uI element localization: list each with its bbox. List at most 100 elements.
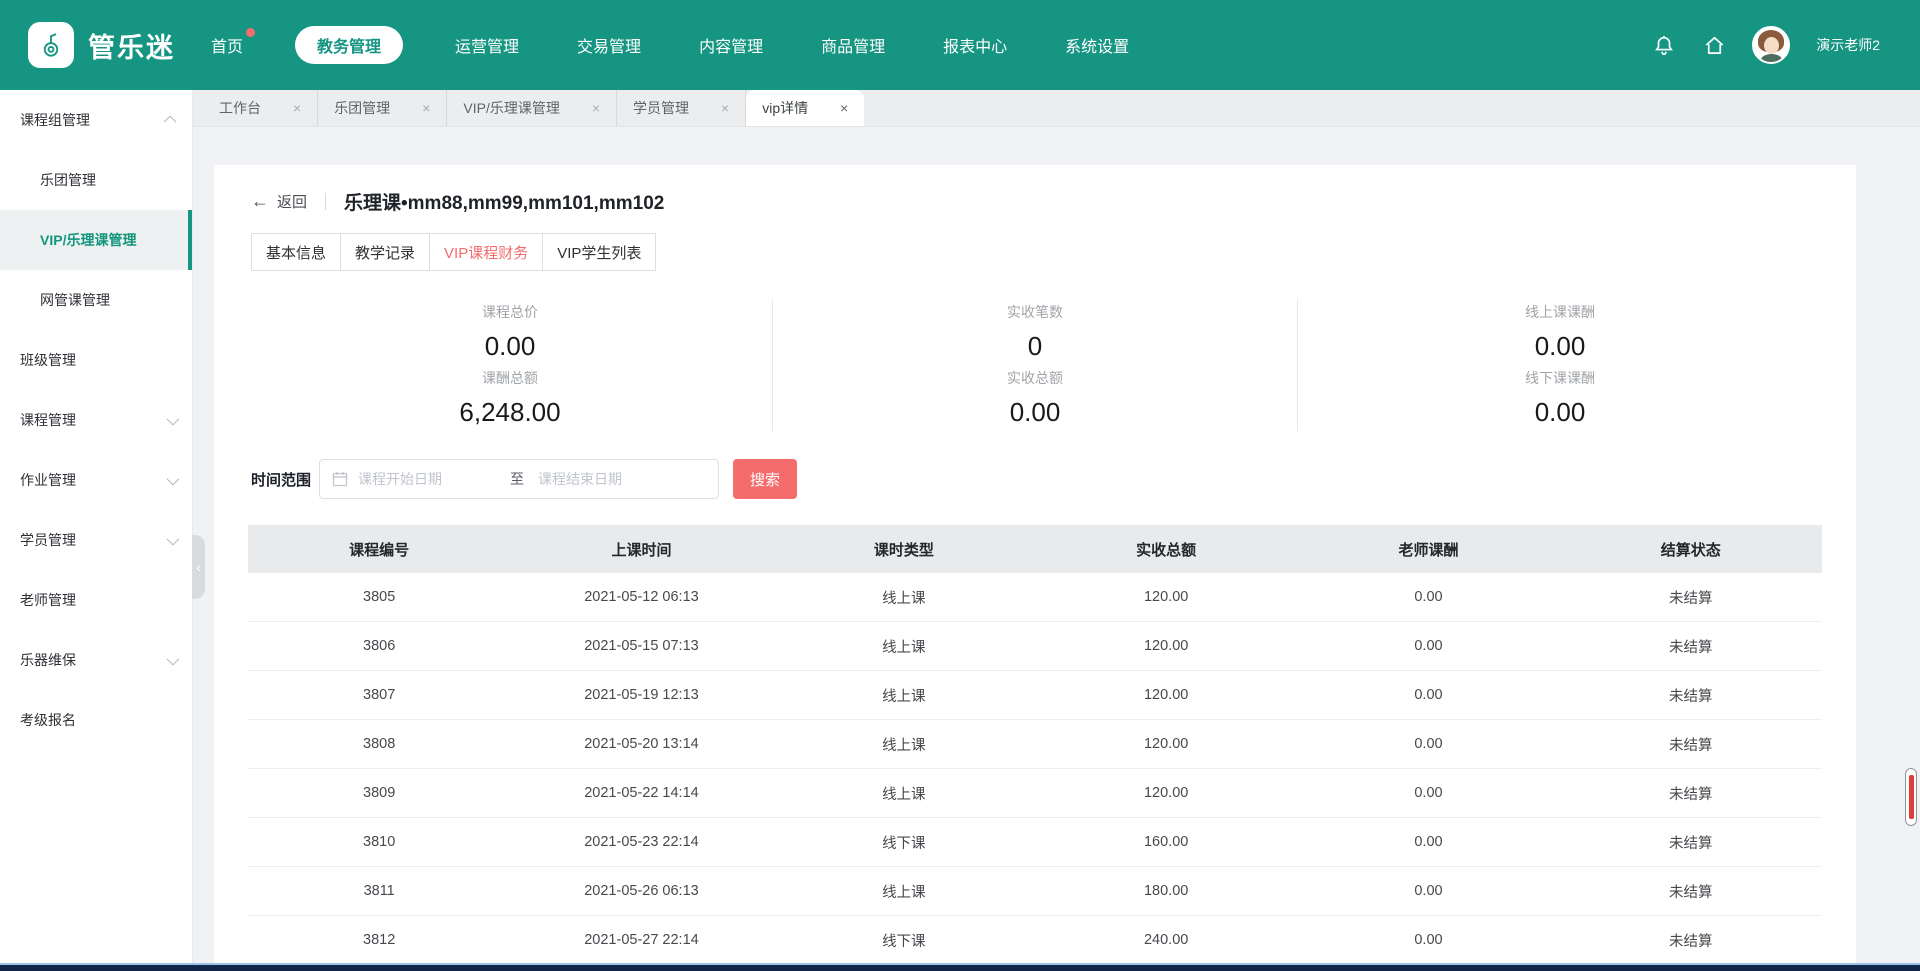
table-cell: 未结算 <box>1560 671 1822 719</box>
table-cell: 3805 <box>248 573 510 621</box>
nav-item[interactable]: 运营管理 <box>449 26 525 64</box>
sidebar-item[interactable]: 学员管理 <box>0 510 192 570</box>
stat: 课酬总额6,248.00 <box>248 365 772 431</box>
date-range-input[interactable]: 至 <box>319 459 719 499</box>
table-cell: 线上课 <box>773 720 1035 768</box>
chevron-down-icon <box>167 472 180 485</box>
main-menu: 首页 教务管理 运营管理 交易管理 内容管理 商品管理 报表中心 系统设置 <box>205 26 1135 64</box>
nav-item-label: 内容管理 <box>699 33 763 57</box>
sidebar-item-label: 学员管理 <box>20 530 167 550</box>
notification-dot-icon <box>246 28 255 37</box>
stat-label: 课程总价 <box>482 302 538 322</box>
table-cell: 160.00 <box>1035 818 1297 866</box>
nav-item[interactable]: 系统设置 <box>1059 26 1135 64</box>
stat-value: 0.00 <box>1535 397 1586 428</box>
scrollbar-red-indicator <box>1909 775 1914 819</box>
sidebar-collapse-handle[interactable]: ‹ <box>192 535 205 599</box>
detail-tab[interactable]: VIP学生列表 <box>543 233 656 271</box>
stat-value: 0 <box>1028 331 1042 362</box>
table-row: 38052021-05-12 06:13线上课120.000.00未结算 <box>248 573 1822 622</box>
opened-tab[interactable]: 学员管理× <box>617 90 746 126</box>
stat-label: 课酬总额 <box>482 368 538 388</box>
close-icon[interactable]: × <box>721 100 729 116</box>
home-icon[interactable] <box>1702 33 1726 57</box>
filter-row: 时间范围 至 搜索 <box>251 459 1822 499</box>
user-name[interactable]: 演示老师2 <box>1816 35 1880 55</box>
close-icon[interactable]: × <box>840 100 848 116</box>
detail-tab[interactable]: VIP课程财务 <box>430 233 543 271</box>
table-row: 38062021-05-15 07:13线上课120.000.00未结算 <box>248 622 1822 671</box>
table-cell: 0.00 <box>1297 573 1559 621</box>
opened-tab-label: vip详情 <box>762 98 808 118</box>
opened-tab-label: VIP/乐理课管理 <box>463 98 559 118</box>
table-row: 38112021-05-26 06:13线上课180.000.00未结算 <box>248 867 1822 916</box>
sidebar-item[interactable]: 网管课管理 <box>0 270 192 330</box>
table-cell: 2021-05-20 13:14 <box>510 720 772 768</box>
sidebar-item[interactable]: 考级报名 <box>0 690 192 750</box>
avatar[interactable] <box>1752 26 1790 64</box>
sidebar-item[interactable]: 课程组管理 <box>0 90 192 150</box>
chevron-down-icon <box>167 652 180 665</box>
detail-tab[interactable]: 教学记录 <box>341 233 430 271</box>
back-button[interactable]: ← 返回 <box>251 191 307 212</box>
table-cell: 0.00 <box>1297 671 1559 719</box>
sidebar-item[interactable]: 班级管理 <box>0 330 192 390</box>
sidebar-item[interactable]: 课程管理 <box>0 390 192 450</box>
chevron-down-icon <box>167 412 180 425</box>
nav-item-label: 商品管理 <box>821 33 885 57</box>
table-cell: 2021-05-19 12:13 <box>510 671 772 719</box>
nav-item[interactable]: 交易管理 <box>571 26 647 64</box>
calendar-icon <box>332 471 348 487</box>
table-cell: 3811 <box>248 867 510 915</box>
table-cell: 2021-05-26 06:13 <box>510 867 772 915</box>
sidebar-item[interactable]: 乐器维保 <box>0 630 192 690</box>
close-icon[interactable]: × <box>293 100 301 116</box>
back-label: 返回 <box>277 191 307 212</box>
nav-item[interactable]: 首页 <box>205 26 249 64</box>
opened-tab[interactable]: VIP/乐理课管理 × <box>447 90 617 126</box>
stat-value: 0.00 <box>1010 397 1061 428</box>
table-cell: 120.00 <box>1035 671 1297 719</box>
bell-icon[interactable] <box>1652 33 1676 57</box>
nav-item[interactable]: 报表中心 <box>937 26 1013 64</box>
table-cell: 3807 <box>248 671 510 719</box>
stat: 实收笔数0 <box>772 299 1297 365</box>
brand[interactable]: 管乐迷 <box>28 22 175 68</box>
table-cell: 2021-05-22 14:14 <box>510 769 772 817</box>
table-cell: 0.00 <box>1297 916 1559 964</box>
opened-tab[interactable]: 乐团管理× <box>318 90 447 126</box>
table-cell: 240.00 <box>1035 916 1297 964</box>
main-area: 工作台×乐团管理×VIP/乐理课管理×学员管理×vip详情× ← 返回 乐理课•… <box>193 90 1920 971</box>
sidebar-item-label: 作业管理 <box>20 470 167 490</box>
nav-item-label: 系统设置 <box>1065 33 1129 57</box>
opened-tab[interactable]: 工作台× <box>203 90 318 126</box>
table-cell: 线下课 <box>773 818 1035 866</box>
sidebar-item[interactable]: 老师管理 <box>0 570 192 630</box>
nav-item[interactable]: 内容管理 <box>693 26 769 64</box>
close-icon[interactable]: × <box>422 100 430 116</box>
date-start-input[interactable] <box>358 471 496 487</box>
date-end-input[interactable] <box>538 471 676 487</box>
nav-item[interactable]: 商品管理 <box>815 26 891 64</box>
table-cell: 2021-05-12 06:13 <box>510 573 772 621</box>
detail-tab[interactable]: 基本信息 <box>251 233 341 271</box>
table-cell: 0.00 <box>1297 720 1559 768</box>
sidebar-item[interactable]: 作业管理 <box>0 450 192 510</box>
table-header-cell: 课程编号 <box>248 525 510 573</box>
opened-tab[interactable]: vip详情 × <box>746 90 864 126</box>
sidebar-item-label: 乐团管理 <box>40 170 176 190</box>
sidebar-item-label: 班级管理 <box>20 350 176 370</box>
table-cell: 3809 <box>248 769 510 817</box>
table-cell: 2021-05-15 07:13 <box>510 622 772 670</box>
sidebar-item[interactable]: 乐团管理 <box>0 150 192 210</box>
search-button[interactable]: 搜索 <box>733 459 797 499</box>
nav-item[interactable]: 教务管理 <box>295 26 403 64</box>
table-header-row: 课程编号上课时间课时类型实收总额老师课酬结算状态 <box>248 525 1822 573</box>
nav-item-label: 运营管理 <box>455 33 519 57</box>
stat: 线下课课酬0.00 <box>1297 365 1822 431</box>
sidebar-item[interactable]: VIP/乐理课管理 <box>0 210 192 270</box>
close-icon[interactable]: × <box>592 100 600 116</box>
scrollbar-thumb[interactable] <box>1905 768 1917 826</box>
table-header-cell: 课时类型 <box>773 525 1035 573</box>
table-cell: 线上课 <box>773 769 1035 817</box>
